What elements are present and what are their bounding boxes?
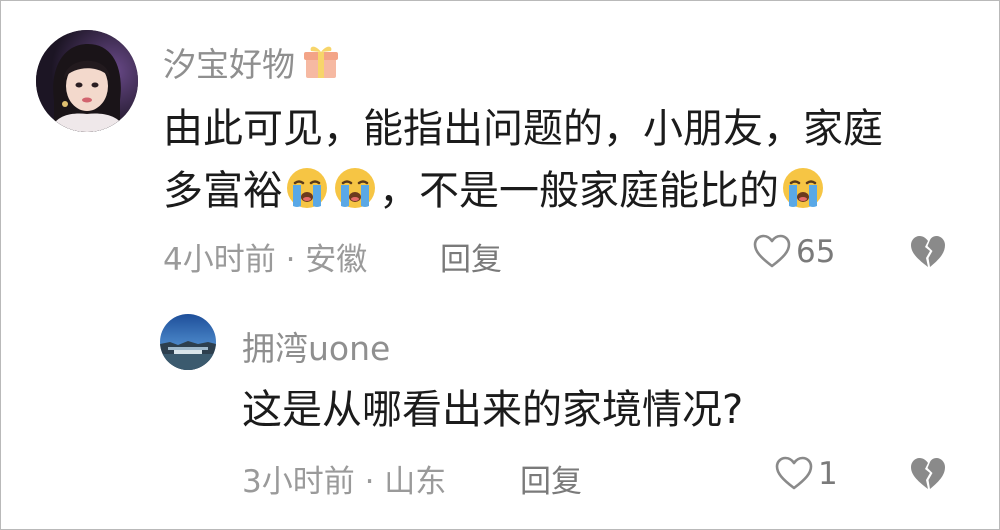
avatar[interactable] <box>36 30 138 132</box>
comment-text: 由此可见，能指出问题的，小朋友，家庭 多富裕 ，不是一般家庭能比的 <box>163 98 943 222</box>
reply-like-button[interactable]: 1 <box>774 454 838 494</box>
loudly-crying-face-icon <box>783 168 823 208</box>
broken-heart-icon <box>911 236 945 267</box>
like-count: 65 <box>796 234 836 270</box>
like-button[interactable]: 65 <box>752 232 835 272</box>
heart-icon <box>775 456 813 490</box>
comment-text-part: ，不是一般家庭能比的 <box>379 168 779 214</box>
comment-text-line-2: 多富裕 ，不是一般家庭能比的 <box>163 160 943 222</box>
comment-text-line-1: 由此可见，能指出问题的，小朋友，家庭 <box>163 106 883 152</box>
reply-time-location: 3小时前 · 山东 <box>242 464 447 500</box>
reply-reply-button[interactable]: 回复 <box>520 456 582 501</box>
dislike-button[interactable] <box>908 232 948 272</box>
reply-like-count: 1 <box>818 456 838 492</box>
gift-icon <box>304 46 338 78</box>
reply-dislike-button[interactable] <box>908 454 948 494</box>
loudly-crying-face-icon <box>287 168 327 208</box>
comment-text-part: 多富裕 <box>163 168 283 214</box>
reply-text: 这是从哪看出来的家境情况? <box>242 387 744 433</box>
comment-username[interactable]: 汐宝好物 <box>163 38 341 86</box>
comment-time-location: 4小时前 · 安徽 <box>163 242 368 278</box>
reply-avatar[interactable] <box>160 314 216 370</box>
comment-username-text: 汐宝好物 <box>163 45 295 84</box>
heart-icon <box>753 234 791 268</box>
loudly-crying-face-icon <box>335 168 375 208</box>
broken-heart-icon <box>911 458 945 489</box>
reply-button[interactable]: 回复 <box>440 234 502 279</box>
avatar-image <box>36 30 138 132</box>
reply-username[interactable]: 拥湾uone <box>242 322 390 370</box>
reply-avatar-image <box>160 314 216 370</box>
